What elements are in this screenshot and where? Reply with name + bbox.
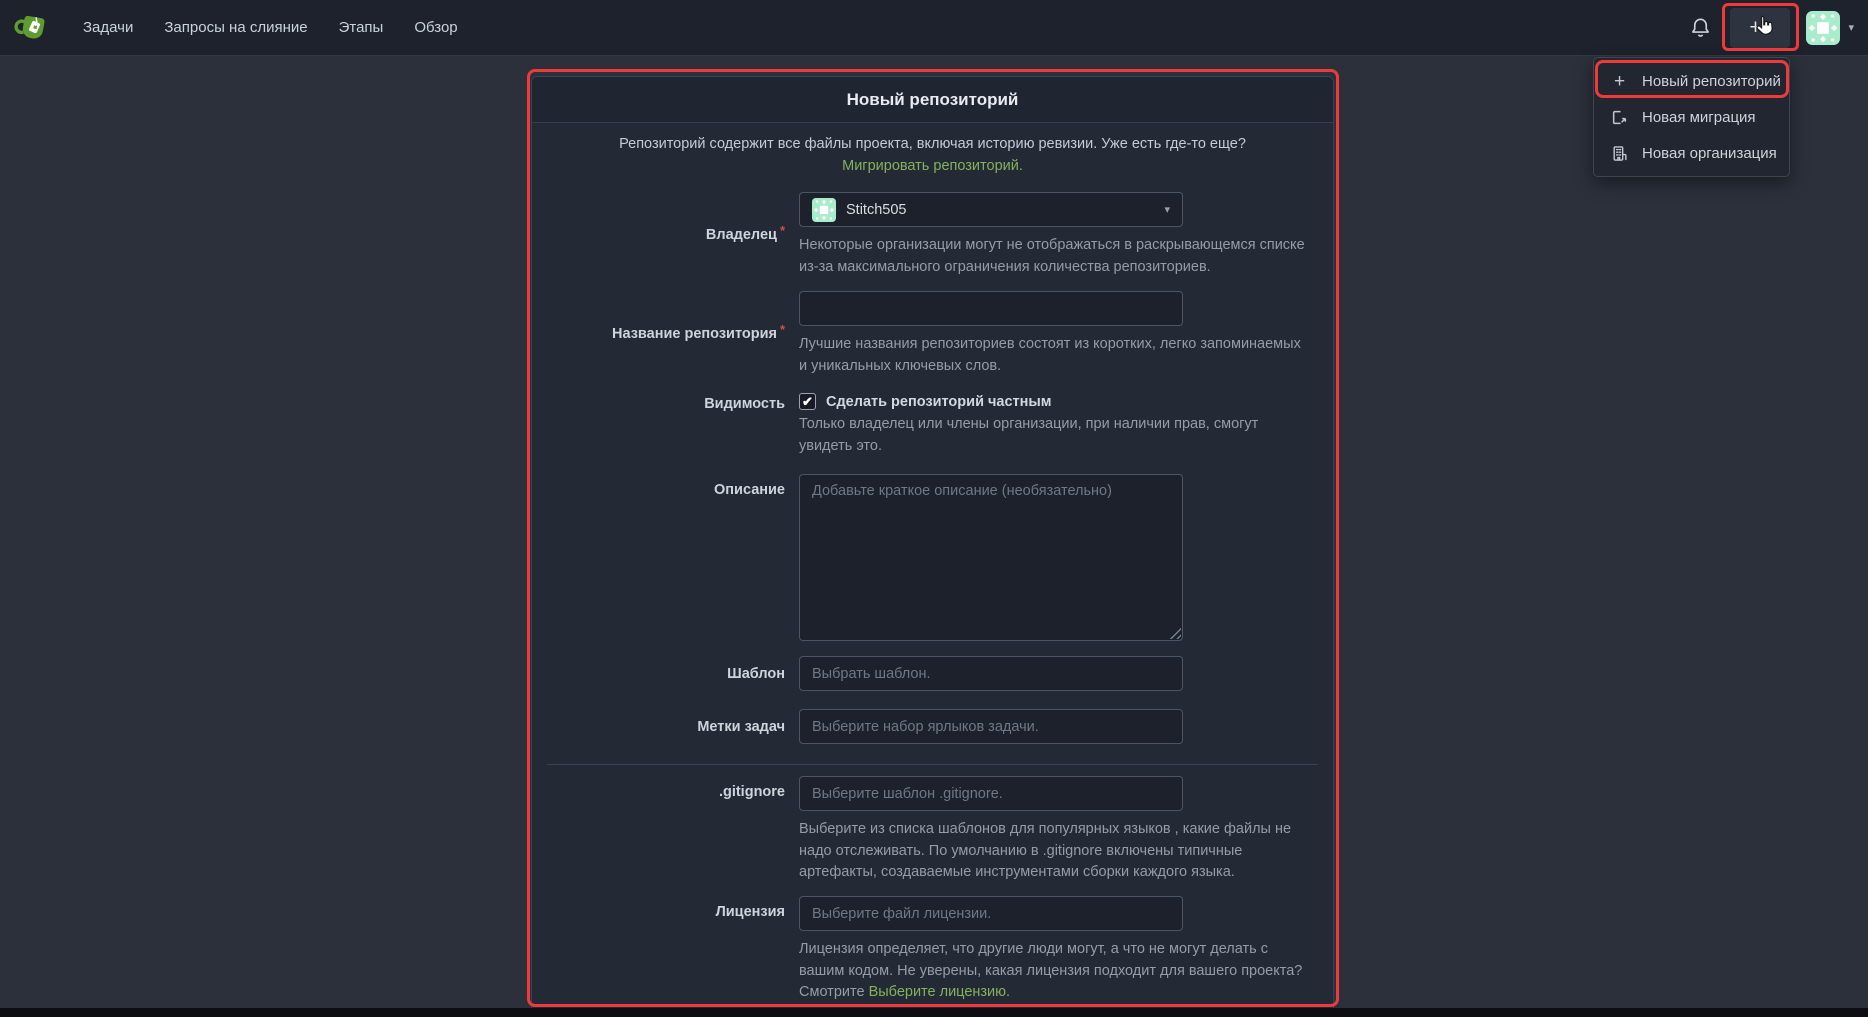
plus-icon: + xyxy=(1611,73,1628,90)
label-text: Владелец xyxy=(706,227,777,243)
repo-name-field-row: Название репозитория* Лучшие названия ре… xyxy=(532,291,1333,377)
license-input[interactable] xyxy=(799,896,1183,931)
owner-avatar xyxy=(812,198,836,222)
repo-name-helper-text: Лучшие названия репозиториев состоят из … xyxy=(799,334,1307,377)
issue-labels-input[interactable] xyxy=(799,709,1183,744)
label-text: Описание xyxy=(714,482,785,498)
label-text: Название репозитория xyxy=(612,326,777,342)
template-input[interactable] xyxy=(799,656,1183,691)
label-text: Шаблон xyxy=(727,666,785,682)
label-text: Лицензия xyxy=(716,904,785,920)
gitignore-input[interactable] xyxy=(799,776,1183,811)
visibility-helper-text: Только владелец или члены организации, п… xyxy=(799,414,1307,457)
nav-item-merge-requests[interactable]: Запросы на слияние xyxy=(164,19,307,36)
main-nav: Задачи Запросы на слияние Этапы Обзор xyxy=(83,19,458,36)
owner-field-row: Владелец* Stitch505 ▾ Некоторые xyxy=(532,192,1333,278)
license-helper-text: Лицензия определяет, что другие люди мог… xyxy=(799,939,1307,1004)
chevron-down-icon: ▾ xyxy=(1164,203,1170,216)
gitignore-helper-text: Выберите из списка шаблонов для популярн… xyxy=(799,819,1307,884)
owner-select[interactable]: Stitch505 ▾ xyxy=(799,192,1183,227)
gitignore-field-row: .gitignore Выберите из списка шаблонов д… xyxy=(532,776,1333,884)
required-marker: * xyxy=(780,223,785,238)
repo-name-input[interactable] xyxy=(799,291,1183,326)
form-header: Новый репозиторий xyxy=(532,77,1333,123)
bottom-edge-strip xyxy=(0,1008,1868,1017)
checkmark-icon: ✔ xyxy=(802,394,813,409)
label-text: Видимость xyxy=(704,396,785,412)
label-text: .gitignore xyxy=(719,784,785,800)
menu-item-new-organization[interactable]: Новая организация xyxy=(1594,135,1789,171)
create-new-dropdown-menu: + Новый репозиторий Новая миграция Новая… xyxy=(1593,57,1790,177)
nav-item-explore[interactable]: Обзор xyxy=(414,19,457,36)
nav-item-issues[interactable]: Задачи xyxy=(83,19,133,36)
mouse-cursor-icon xyxy=(1752,13,1779,45)
menu-item-new-repository[interactable]: + Новый репозиторий xyxy=(1594,63,1789,99)
description-field-row: Описание xyxy=(532,474,1333,641)
gitea-new-repository-page: Задачи Запросы на слияние Этапы Обзор + … xyxy=(0,0,1868,1017)
organization-icon xyxy=(1611,145,1628,162)
license-label: Лицензия xyxy=(532,896,799,920)
intro-static-text: Репозиторий содержит все файлы проекта, … xyxy=(619,136,1246,152)
migrate-repository-link[interactable]: Мигрировать репозиторий. xyxy=(842,158,1023,174)
owner-helper-text: Некоторые организации могут не отображат… xyxy=(799,235,1307,278)
private-checkbox-label[interactable]: Сделать репозиторий частным xyxy=(826,394,1052,410)
user-menu-chevron-icon[interactable]: ▾ xyxy=(1848,21,1854,34)
notifications-bell-icon[interactable] xyxy=(1689,16,1712,39)
owner-label: Владелец* xyxy=(532,227,799,243)
visibility-label: Видимость xyxy=(532,393,799,412)
required-marker: * xyxy=(780,322,785,337)
description-label: Описание xyxy=(532,474,799,498)
menu-item-label: Новая организация xyxy=(1642,145,1777,162)
top-navbar: Задачи Запросы на слияние Этапы Обзор + … xyxy=(0,0,1868,56)
form-intro-text: Репозиторий содержит все файлы проекта, … xyxy=(619,134,1247,177)
description-textarea[interactable] xyxy=(799,474,1183,641)
new-repository-form: Новый репозиторий Репозиторий содержит в… xyxy=(531,76,1334,1017)
menu-item-label: Новый репозиторий xyxy=(1642,73,1781,90)
template-label: Шаблон xyxy=(532,666,799,682)
migration-icon xyxy=(1611,109,1628,126)
gitea-logo-icon[interactable] xyxy=(14,10,50,46)
label-text: Метки задач xyxy=(697,719,785,735)
issue-labels-label: Метки задач xyxy=(532,719,799,735)
visibility-field-row: Видимость ✔ Сделать репозиторий частным … xyxy=(532,393,1333,457)
menu-item-label: Новая миграция xyxy=(1642,109,1756,126)
section-divider xyxy=(547,764,1318,765)
user-avatar[interactable] xyxy=(1806,11,1840,45)
choose-license-link[interactable]: Выберите лицензию. xyxy=(869,984,1010,1000)
issue-labels-field-row: Метки задач xyxy=(532,709,1333,744)
license-field-row: Лицензия Лицензия определяет, что другие… xyxy=(532,896,1333,1004)
gitignore-label: .gitignore xyxy=(532,776,799,800)
private-checkbox[interactable]: ✔ xyxy=(799,393,816,410)
nav-item-milestones[interactable]: Этапы xyxy=(339,19,384,36)
repo-name-label: Название репозитория* xyxy=(532,326,799,342)
menu-item-new-migration[interactable]: Новая миграция xyxy=(1594,99,1789,135)
page-title: Новый репозиторий xyxy=(847,90,1019,110)
owner-selected-value: Stitch505 xyxy=(846,202,906,218)
template-field-row: Шаблон xyxy=(532,656,1333,691)
